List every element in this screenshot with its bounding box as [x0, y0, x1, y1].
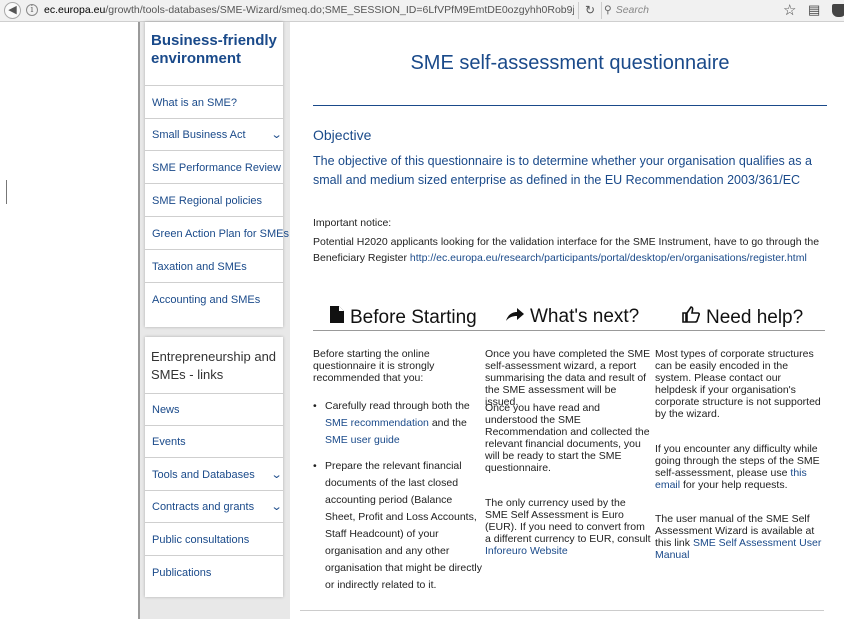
url-path: /growth/tools-databases/SME-Wizard/smeq.… [105, 4, 574, 16]
notice-text: Potential H2020 applicants looking for t… [313, 234, 833, 266]
sidebar-item-taxation[interactable]: Taxation and SMEs [152, 261, 247, 273]
whats-next-heading: What's next? [506, 306, 639, 328]
reload-icon[interactable]: ↻ [578, 2, 602, 19]
help-paragraph-3: The user manual of the SME Self Assessme… [655, 513, 823, 561]
sidebar-item-regional-policies[interactable]: SME Regional policies [152, 195, 262, 207]
divider [145, 85, 283, 86]
document-icon [330, 306, 344, 329]
chevron-down-icon[interactable]: ⌄ [270, 500, 282, 513]
sidebar-panel-title: Entrepreneurship and SMEs - links [151, 349, 277, 382]
sidebar-border [138, 22, 140, 619]
objective-heading: Objective [313, 127, 372, 143]
help-paragraph-1: Most types of corporate structures can b… [655, 348, 821, 420]
sidebar-item-contracts[interactable]: Contracts and grants [152, 501, 254, 513]
divider [145, 249, 283, 250]
divider [145, 425, 283, 426]
before-intro: Before starting the online questionnaire… [313, 348, 435, 384]
left-edge-marker [6, 180, 7, 204]
browser-toolbar: ◀ i ec.europa.eu/growth/tools-databases/… [0, 0, 844, 22]
bottom-divider [300, 610, 824, 611]
sidebar-item-accounting[interactable]: Accounting and SMEs [152, 294, 260, 306]
column-divider [313, 330, 485, 331]
help-paragraph-2: If you encounter any difficulty while go… [655, 443, 823, 491]
sidebar-item-green-action[interactable]: Green Action Plan for SMEs [152, 228, 289, 240]
sme-recommendation-link[interactable]: SME recommendation [325, 417, 429, 429]
search-icon: ⚲ [604, 4, 612, 16]
heading-label: Need help? [706, 307, 804, 328]
search-input[interactable]: ⚲ Search [604, 2, 774, 19]
divider [145, 183, 283, 184]
divider [145, 150, 283, 151]
title-divider [313, 105, 827, 106]
divider [145, 216, 283, 217]
thumbs-up-icon [682, 306, 700, 329]
before-starting-heading: Before Starting [330, 306, 477, 329]
heading-label: Before Starting [350, 307, 477, 328]
paragraph-text: for your help requests. [683, 479, 788, 491]
sidebar-item-small-business-act[interactable]: Small Business Act [152, 129, 278, 141]
next-paragraph-2: Once you have read and understood the SM… [485, 402, 650, 474]
heading-label: What's next? [530, 306, 640, 327]
reading-list-icon[interactable]: ▤ [808, 2, 820, 18]
divider [145, 522, 283, 523]
paragraph-text: The only currency used by the SME Self A… [485, 497, 651, 545]
bullet-text: Carefully read through both the [325, 400, 470, 412]
chevron-down-icon[interactable]: ⌄ [270, 468, 282, 481]
bullet-text: Prepare the relevant financial documents… [325, 460, 483, 591]
need-help-heading: Need help? [682, 306, 803, 329]
list-item: • Prepare the relevant financial document… [313, 458, 485, 594]
sidebar-panel-business: Business-friendly environment What is an… [145, 22, 289, 327]
page-title: SME self-assessment questionnaire [410, 52, 730, 74]
url-domain: ec.europa.eu [44, 4, 106, 16]
sidebar-item-sme-performance[interactable]: SME Performance Review [152, 162, 281, 174]
sidebar-item-news[interactable]: News [152, 404, 180, 416]
divider [145, 457, 283, 458]
divider [145, 393, 283, 394]
info-icon[interactable]: i [26, 4, 38, 16]
bookmark-star-icon[interactable]: ☆ [783, 1, 796, 19]
sidebar-item-publications[interactable]: Publications [152, 567, 211, 579]
column-divider [655, 330, 825, 331]
sidebar-item-events[interactable]: Events [152, 436, 186, 448]
inforeuro-link[interactable]: Inforeuro Website [485, 545, 568, 557]
divider [145, 490, 283, 491]
beneficiary-register-link[interactable]: http://ec.europa.eu/research/participant… [410, 252, 807, 264]
back-arrow-icon[interactable]: ◀ [4, 2, 21, 19]
next-paragraph-3: The only currency used by the SME Self A… [485, 497, 651, 557]
pocket-icon[interactable] [832, 4, 844, 17]
sidebar-item-consultations[interactable]: Public consultations [152, 534, 249, 546]
search-placeholder: Search [615, 4, 649, 16]
objective-text: The objective of this questionnaire is t… [313, 154, 812, 187]
bullet-text: and the [431, 417, 467, 429]
forward-arrow-icon [506, 306, 524, 328]
notice-heading: Important notice: [313, 217, 392, 229]
divider [145, 282, 283, 283]
bullet-icon: • [313, 400, 317, 412]
sidebar-item-tools[interactable]: Tools and Databases [152, 469, 255, 481]
list-item: • Carefully read through both the SME rec… [313, 398, 485, 449]
sme-user-guide-link[interactable]: SME user guide [325, 434, 400, 446]
divider [145, 555, 283, 556]
sidebar-panel-title: Business-friendly environment [151, 32, 277, 67]
chevron-down-icon[interactable]: ⌄ [270, 128, 282, 141]
sidebar-item-what-is-sme[interactable]: What is an SME? [152, 97, 237, 109]
divider [145, 118, 283, 119]
sidebar-panel-links: Entrepreneurship and SMEs - links News E… [145, 337, 283, 597]
bullet-icon: • [313, 460, 317, 472]
column-divider [485, 330, 655, 331]
sidebar-item-label: Small Business Act [152, 129, 246, 141]
next-paragraph-1: Once you have completed the SME self-ass… [485, 348, 651, 408]
url-bar[interactable]: ec.europa.eu/growth/tools-databases/SME-… [44, 2, 574, 19]
